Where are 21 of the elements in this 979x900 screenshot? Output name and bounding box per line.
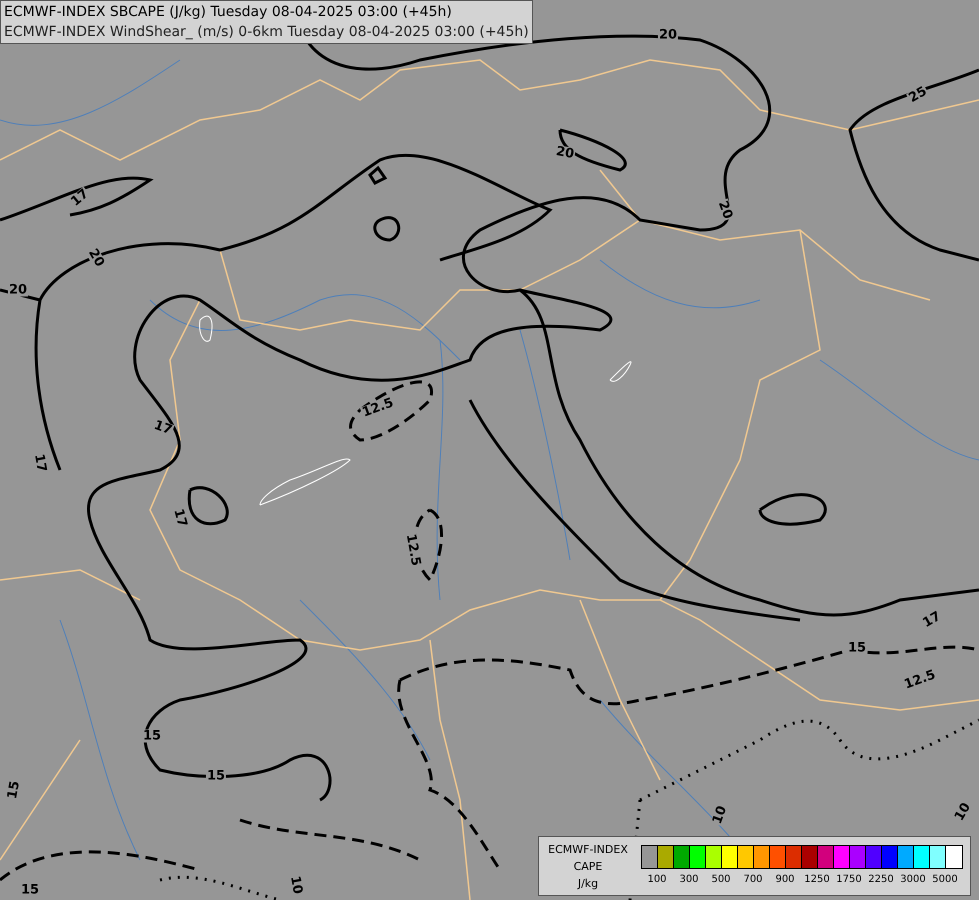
scale-label: 1250 [804, 874, 830, 886]
scale-label: 700 [743, 874, 763, 886]
legend-title: ECMWF-INDEX [548, 842, 628, 858]
contour-label: 20 [658, 28, 678, 42]
scale-label: 100 [647, 874, 667, 886]
contour-label: 15 [142, 730, 162, 742]
contour-label: 15 [20, 884, 40, 896]
map-title: ECMWF-INDEX WindShear_ (m/s) 0-6km Tuesday 08-04-2025 03:00 (+45h) [4, 23, 529, 42]
scale-label: 1750 [836, 874, 862, 886]
scale-label: 300 [679, 874, 699, 886]
legend-title: J/kg [578, 876, 598, 892]
contour-label: 15 [206, 770, 226, 782]
contour-label: 15 [846, 642, 868, 654]
scale-label: 3000 [900, 874, 926, 886]
scale-label: 900 [775, 874, 795, 886]
contour-label: 20 [8, 284, 28, 296]
map-title: ECMWF-INDEX SBCAPE (J/kg) Tuesday 08-04-2025 03:00 (+45h) [4, 3, 453, 22]
legend-title: CAPE [574, 859, 602, 875]
scale-label: 500 [711, 874, 731, 886]
scale-label: 5000 [932, 874, 958, 886]
scale-label: 2250 [868, 874, 894, 886]
